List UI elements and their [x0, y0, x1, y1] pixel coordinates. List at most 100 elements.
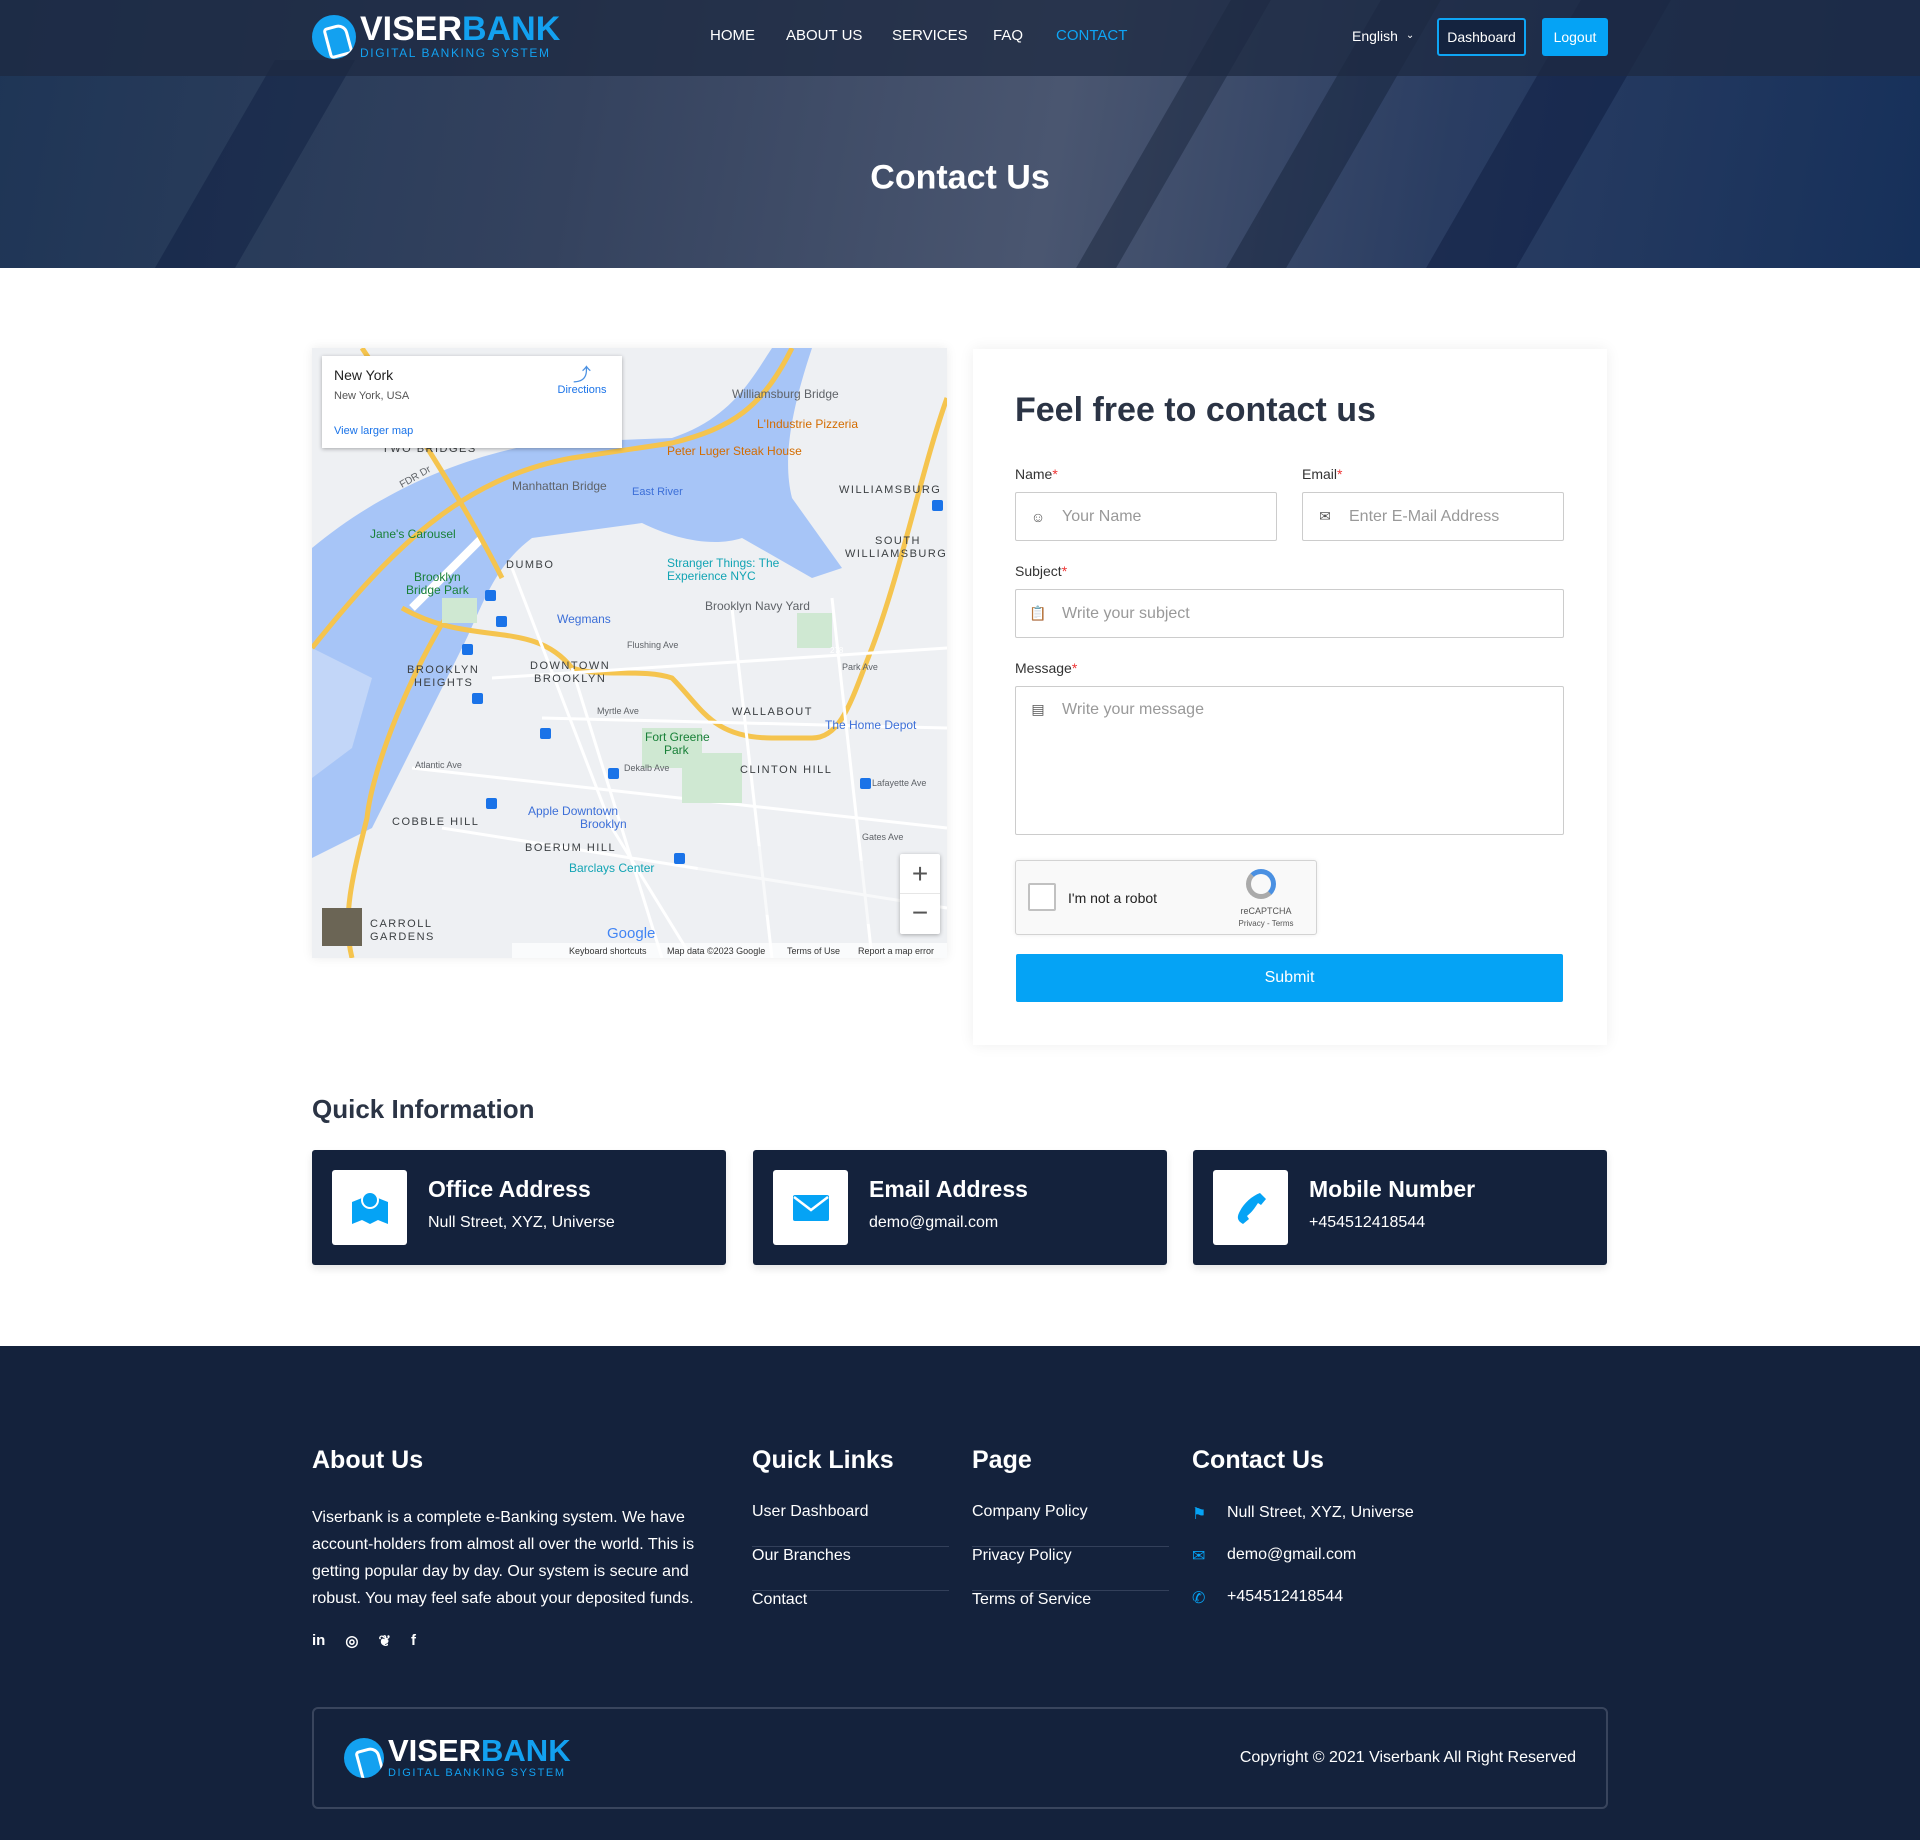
map-label: Park Ave: [842, 662, 878, 672]
map-label: DUMBO: [506, 559, 554, 571]
map-label: BROOKLYN: [407, 664, 479, 676]
chevron-down-icon: ⌄: [1405, 30, 1415, 41]
map-label: BROOKLYN: [534, 673, 606, 685]
footer-phone: +454512418544: [1227, 1588, 1344, 1605]
message-textarea[interactable]: ▤ Write your message: [1015, 686, 1564, 835]
map-label: Park: [664, 743, 690, 757]
satellite-toggle[interactable]: [322, 908, 362, 946]
recaptcha-checkbox[interactable]: [1028, 883, 1056, 911]
map-label: DOWNTOWN: [530, 660, 610, 672]
logo-text-accent: BANK: [481, 1733, 571, 1768]
map-label: Fort Greene: [645, 730, 710, 744]
map-label: East River: [632, 486, 683, 498]
map-label: The Home Depot: [825, 718, 917, 732]
footer-link-contact[interactable]: Contact: [752, 1591, 949, 1635]
language-select[interactable]: English ⌄: [1352, 28, 1414, 44]
map-label: Wegmans: [557, 612, 611, 626]
map-label: Barclays Center: [569, 861, 654, 875]
recaptcha-links[interactable]: Privacy - Terms: [1226, 919, 1306, 928]
name-placeholder: Your Name: [1062, 507, 1142, 525]
map-label: Brooklyn: [414, 570, 461, 584]
logo-tagline: DIGITAL BANKING SYSTEM: [388, 1767, 566, 1779]
subject-input[interactable]: 📋 Write your subject: [1015, 589, 1564, 638]
logo-icon: [312, 15, 356, 59]
map-label: Manhattan Bridge: [512, 479, 607, 493]
logo-icon: [344, 1738, 384, 1778]
zoom-in-button[interactable]: +: [900, 854, 940, 894]
subject-placeholder: Write your subject: [1062, 604, 1190, 622]
google-map[interactable]: Williamsburg Bridge L'Industrie Pizzeria…: [312, 348, 947, 958]
envelope-icon: ✉: [1192, 1548, 1206, 1565]
subway-icon: [486, 798, 497, 809]
email-label: Email*: [1302, 466, 1343, 482]
email-input[interactable]: ✉ Enter E-Mail Address: [1302, 492, 1564, 541]
footer-about-text: Viserbank is a complete e-Banking system…: [312, 1509, 695, 1607]
clipboard-icon: 📋: [1029, 605, 1047, 621]
map-icon: [332, 1170, 407, 1245]
footer-link-terms[interactable]: Terms of Service: [972, 1591, 1169, 1635]
instagram-icon[interactable]: ◎: [345, 1632, 358, 1650]
footer-link-company-policy[interactable]: Company Policy: [972, 1503, 1169, 1547]
footer-link-user-dashboard[interactable]: User Dashboard: [752, 1503, 949, 1547]
user-icon: ☺: [1030, 508, 1046, 525]
form-title: Feel free to contact us: [1015, 391, 1376, 429]
keyboard-shortcuts-link[interactable]: Keyboard shortcuts: [569, 946, 647, 956]
name-label: Name*: [1015, 466, 1058, 482]
map-label: SOUTH: [875, 535, 921, 547]
highway-shield: 278: [830, 646, 844, 655]
directions-button[interactable]: ⤴ Directions: [552, 366, 612, 396]
nav-services[interactable]: SERVICES: [892, 27, 968, 44]
card-value: demo@gmail.com: [869, 1214, 999, 1231]
map-label: Williamsburg Bridge: [732, 387, 839, 401]
recaptcha-brand: reCAPTCHA: [1240, 906, 1292, 916]
logo-tagline: DIGITAL BANKING SYSTEM: [360, 46, 551, 60]
nav-home[interactable]: HOME: [710, 27, 755, 44]
footer-link-privacy-policy[interactable]: Privacy Policy: [972, 1547, 1169, 1591]
subway-icon: [472, 693, 483, 704]
nav-about-us[interactable]: ABOUT US: [786, 27, 862, 44]
footer-logo[interactable]: VISERBANK DIGITAL BANKING SYSTEM: [344, 1735, 571, 1779]
logout-button[interactable]: Logout: [1542, 18, 1608, 56]
contact-form: Feel free to contact us Name* Email* ☺ Yo…: [973, 349, 1607, 1045]
card-title: Email Address: [869, 1176, 1028, 1202]
submit-button[interactable]: Submit: [1016, 954, 1563, 1002]
terms-link[interactable]: Terms of Use: [787, 946, 840, 956]
map-label: Experience NYC: [667, 569, 756, 583]
map-label: BOERUM HILL: [525, 842, 616, 854]
footer-link-our-branches[interactable]: Our Branches: [752, 1547, 949, 1591]
quick-info-title: Quick Information: [312, 1094, 535, 1124]
phone-icon: [1213, 1170, 1288, 1245]
map-label: Flushing Ave: [627, 640, 678, 650]
name-input[interactable]: ☺ Your Name: [1015, 492, 1277, 541]
subway-icon: [540, 728, 551, 739]
map-label: Gates Ave: [862, 832, 903, 842]
twitter-icon[interactable]: ❦: [378, 1632, 391, 1650]
subway-icon: [462, 644, 473, 655]
map-label: Myrtle Ave: [597, 706, 639, 716]
card-title: Mobile Number: [1309, 1176, 1476, 1202]
map-label: Jane's Carousel: [370, 527, 456, 541]
map-data-text: Map data ©2023 Google: [667, 946, 765, 956]
social-links: in ◎ ❦ f: [312, 1632, 416, 1650]
footer-quick-links-title: Quick Links: [752, 1446, 894, 1474]
footer-contact-title: Contact Us: [1192, 1446, 1324, 1474]
dashboard-button[interactable]: Dashboard: [1437, 18, 1526, 56]
message-icon: ▤: [1031, 700, 1045, 717]
view-larger-map-link[interactable]: View larger map: [334, 425, 413, 437]
subway-icon: [932, 500, 943, 511]
zoom-out-button[interactable]: −: [900, 894, 940, 934]
message-placeholder: Write your message: [1062, 701, 1204, 718]
nav-faq[interactable]: FAQ: [993, 27, 1023, 44]
subject-label: Subject*: [1015, 563, 1068, 579]
brand-logo[interactable]: VISERBANK DIGITAL BANKING SYSTEM: [312, 12, 560, 60]
map-label: L'Industrie Pizzeria: [757, 417, 858, 431]
facebook-icon[interactable]: f: [411, 1632, 416, 1650]
linkedin-icon[interactable]: in: [312, 1632, 325, 1650]
nav-contact[interactable]: CONTACT: [1056, 27, 1127, 44]
report-error-link[interactable]: Report a map error: [858, 946, 934, 956]
map-info-window: New York New York, USA View larger map ⤴…: [322, 356, 622, 448]
logo-text-accent: BANK: [462, 10, 561, 48]
directions-icon: ⤴: [573, 365, 591, 385]
google-logo: Google: [607, 925, 655, 942]
card-title: Office Address: [428, 1176, 591, 1202]
